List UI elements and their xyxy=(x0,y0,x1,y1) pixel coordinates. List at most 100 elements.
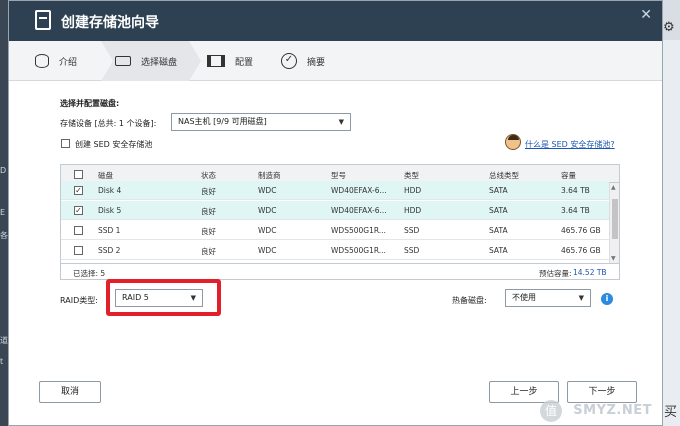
background-char: 各 xyxy=(0,231,8,240)
cell-status: 良好 xyxy=(201,247,216,256)
cell-type: HDD xyxy=(404,186,422,195)
cell-model: WD40EFAX-6... xyxy=(331,186,387,195)
window-title: 创建存储池向导 xyxy=(61,15,159,31)
cell-model: WDS500G1R... xyxy=(331,226,386,235)
cell-type: SSD xyxy=(404,246,420,255)
title-bar: 创建存储池向导 ✕ xyxy=(9,1,662,41)
row-checkbox[interactable]: ✓ xyxy=(74,206,83,215)
scroll-down-icon[interactable]: ▼ xyxy=(611,255,616,262)
background-char: 道 xyxy=(0,336,8,345)
cell-bus: SATA xyxy=(489,206,508,215)
sed-help-link[interactable]: 什么是 SED 安全存储池? xyxy=(525,139,615,150)
step-intro: 介绍 xyxy=(35,41,77,81)
selected-count: 已选择: 5 xyxy=(73,269,106,278)
hot-spare-label: 热备磁盘: xyxy=(452,296,487,305)
create-storage-pool-dialog: 创建存储池向导 ✕ 介绍 选择磁盘 配置 ✓ 摘要 选择并配置磁盘: 存储设备 … xyxy=(8,0,663,426)
cell-type: SSD xyxy=(404,226,420,235)
cell-vendor: WDC xyxy=(258,226,277,235)
chevron-down-icon: ▼ xyxy=(338,118,344,126)
storage-device-value: NAS主机 [9/9 可用磁盘] xyxy=(178,117,267,126)
raid-type-label: RAID类型: xyxy=(60,296,98,305)
cell-capacity: 3.64 TB xyxy=(561,206,590,215)
storage-pool-icon xyxy=(35,10,51,30)
check-circle-icon: ✓ xyxy=(281,53,297,69)
cell-disk: SSD 1 xyxy=(98,226,121,235)
raid-type-value: RAID 5 xyxy=(122,293,149,302)
sed-checkbox[interactable] xyxy=(61,139,70,148)
column-header[interactable]: 制造商 xyxy=(258,170,281,181)
raid-type-select[interactable]: RAID 5 ▼ xyxy=(115,289,203,307)
select-all-checkbox[interactable] xyxy=(74,170,83,179)
column-header[interactable]: 总线类型 xyxy=(489,170,519,181)
step-label: 介绍 xyxy=(59,57,78,68)
close-icon[interactable]: ✕ xyxy=(640,7,652,23)
table-row[interactable]: ✓ Disk 4 良好 WDC WD40EFAX-6... HDD SATA 3… xyxy=(61,181,609,200)
helper-avatar-icon xyxy=(505,134,521,150)
background-app-right: ⚙ 买 xyxy=(660,0,680,426)
cell-vendor: WDC xyxy=(258,206,277,215)
column-header[interactable]: 类型 xyxy=(404,170,419,181)
hot-spare-value: 不使用 xyxy=(512,293,536,302)
cell-bus: SATA xyxy=(489,246,508,255)
column-header[interactable]: 型号 xyxy=(331,170,346,181)
row-checkbox[interactable]: ✓ xyxy=(74,186,83,195)
table-row[interactable]: SSD 1 良好 WDC WDS500G1R... SSD SATA 465.7… xyxy=(61,221,609,240)
table-row[interactable]: SSD 2 良好 WDC WDS500G1R... SSD SATA 465.7… xyxy=(61,241,609,260)
cell-bus: SATA xyxy=(489,186,508,195)
cancel-button[interactable]: 取消 xyxy=(39,381,101,403)
info-icon[interactable]: i xyxy=(601,293,613,305)
scroll-up-icon[interactable]: ▲ xyxy=(611,184,616,191)
step-select-disks: 选择磁盘 xyxy=(115,41,177,81)
cell-vendor: WDC xyxy=(258,186,277,195)
gear-icon[interactable]: ⚙ xyxy=(663,20,675,35)
storage-device-select[interactable]: NAS主机 [9/9 可用磁盘] ▼ xyxy=(171,113,351,131)
column-header[interactable]: 容量 xyxy=(561,170,576,181)
cell-type: HDD xyxy=(404,206,422,215)
cell-vendor: WDC xyxy=(258,246,277,255)
cell-status: 良好 xyxy=(201,227,216,236)
hot-spare-select[interactable]: 不使用 ▼ xyxy=(505,289,591,307)
cell-capacity: 3.64 TB xyxy=(561,186,590,195)
wizard-steps: 介绍 选择磁盘 配置 ✓ 摘要 xyxy=(9,41,662,81)
cell-capacity: 465.76 GB xyxy=(561,226,601,235)
sed-checkbox-label: 创建 SED 安全存储池 xyxy=(75,140,153,149)
step-configure: 配置 xyxy=(207,41,253,81)
cell-bus: SATA xyxy=(489,226,508,235)
table-footer: 已选择: 5 预估容量: 14.52 TB xyxy=(61,263,619,279)
chevron-down-icon: ▼ xyxy=(190,294,196,302)
table-row[interactable]: ✓ Disk 5 良好 WDC WD40EFAX-6... HDD SATA 3… xyxy=(61,201,609,220)
estimated-capacity-label: 预估容量: xyxy=(539,269,572,278)
config-icon xyxy=(207,55,225,67)
chevron-down-icon: ▼ xyxy=(578,294,584,302)
estimated-capacity-value: 14.52 TB xyxy=(573,268,607,277)
cell-model: WD40EFAX-6... xyxy=(331,206,387,215)
cell-status: 良好 xyxy=(201,187,216,196)
background-char: t xyxy=(0,357,4,366)
cell-disk: Disk 5 xyxy=(98,206,122,215)
next-button[interactable]: 下一步 xyxy=(567,381,637,403)
database-icon xyxy=(35,54,49,68)
cell-capacity: 465.76 GB xyxy=(561,246,601,255)
step-label: 配置 xyxy=(235,57,254,68)
disk-table: 磁盘 状态 制造商 型号 类型 总线类型 容量 ✓ Disk 4 良好 WDC … xyxy=(60,164,620,280)
column-header[interactable]: 状态 xyxy=(201,170,216,181)
watermark-text: SMYZ.NET xyxy=(573,403,652,418)
cell-disk: SSD 2 xyxy=(98,246,121,255)
row-checkbox[interactable] xyxy=(74,246,83,255)
cell-model: WDS500G1R... xyxy=(331,246,386,255)
table-scrollbar[interactable]: ▲ ▼ xyxy=(609,183,619,263)
step-label: 选择磁盘 xyxy=(141,57,178,68)
row-checkbox[interactable] xyxy=(74,226,83,235)
background-char: E xyxy=(0,208,6,217)
step-label: 摘要 xyxy=(307,57,326,68)
background-char: 买 xyxy=(664,405,678,420)
scrollbar-thumb[interactable] xyxy=(612,199,618,239)
background-char: D xyxy=(0,166,7,175)
storage-device-label: 存储设备 [总共: 1 个设备]: xyxy=(60,119,157,128)
step-summary: ✓ 摘要 xyxy=(281,41,325,81)
column-header[interactable]: 磁盘 xyxy=(98,170,113,181)
watermark-badge: 值 xyxy=(540,400,562,422)
disk-icon xyxy=(115,56,131,66)
section-title: 选择并配置磁盘: xyxy=(60,99,120,108)
cell-disk: Disk 4 xyxy=(98,186,122,195)
